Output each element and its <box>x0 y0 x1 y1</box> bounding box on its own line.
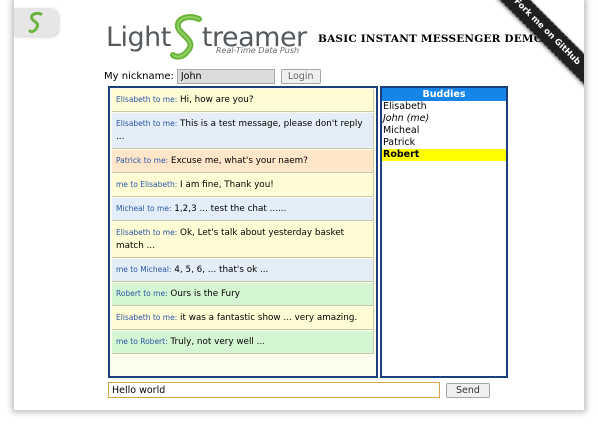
message-sender: Patrick to me: <box>116 156 169 165</box>
chat-message: me to Robert: Truly, not very well ... <box>112 331 374 354</box>
logo-tagline: Real-Time Data Push <box>216 46 300 55</box>
buddy-list: Elisabeth John (me) Micheal Patrick Robert <box>382 101 506 161</box>
chat-message: me to Elisabeth: I am fine, Thank you! <box>112 174 374 197</box>
message-text: Ours is the Fury <box>170 289 240 299</box>
buddy-item[interactable]: Patrick <box>382 137 506 149</box>
lightstreamer-s-icon <box>28 12 43 33</box>
message-sender: Elisabeth to me: <box>116 228 178 237</box>
message-text: Hi, how are you? <box>180 95 254 105</box>
message-sender: Elisabeth to me: <box>116 119 178 128</box>
message-sender: me to Micheal: <box>116 265 172 274</box>
buddy-item[interactable]: John (me) <box>382 113 506 125</box>
message-text: 1,2,3 ... test the chat ...... <box>174 204 287 214</box>
buddy-item[interactable]: Elisabeth <box>382 101 506 113</box>
chat-message: Elisabeth to me: Hi, how are you? <box>112 89 374 112</box>
logo-s-icon <box>169 14 202 60</box>
buddies-header: Buddies <box>382 88 506 101</box>
message-sender: Elisabeth to me: <box>116 95 178 104</box>
buddy-item[interactable]: Micheal <box>382 125 506 137</box>
buddy-item[interactable]: Robert <box>382 149 506 161</box>
compose-row: Send <box>108 382 490 398</box>
message-text: I am fine, Thank you! <box>180 180 274 190</box>
chat-message: Elisabeth to me: it was a fantastic show… <box>112 307 374 330</box>
send-button[interactable]: Send <box>446 382 490 398</box>
chat-message: Micheal to me: 1,2,3 ... test the chat .… <box>112 198 374 221</box>
chat-messages-panel[interactable]: Elisabeth to me: Hi, how are you? Elisabe… <box>108 86 378 378</box>
sidebar-toggle-tab[interactable] <box>14 8 58 36</box>
message-sender: me to Elisabeth: <box>116 180 178 189</box>
message-sender: Elisabeth to me: <box>116 313 178 322</box>
app-window: Light treamer Real-Time Data Push BASIC … <box>14 0 584 410</box>
message-input[interactable] <box>108 382 440 398</box>
message-sender: Micheal to me: <box>116 204 172 213</box>
nickname-label: My nickname: <box>104 71 174 82</box>
nickname-input[interactable] <box>176 69 275 84</box>
nickname-row: My nickname: Login <box>104 69 321 84</box>
message-text: Excuse me, what's your naem? <box>170 156 308 166</box>
chat-message: Elisabeth to me: Ok, Let's talk about ye… <box>112 222 374 258</box>
message-text: 4, 5, 6, ... that's ok ... <box>174 265 269 275</box>
message-text: it was a fantastic show ... very amazing… <box>180 313 358 323</box>
login-button[interactable]: Login <box>280 69 321 84</box>
message-text: Truly, not very well ... <box>170 337 266 347</box>
page-title: BASIC INSTANT MESSENGER DEMO <box>318 33 544 45</box>
chat-message: Elisabeth to me: This is a test message,… <box>112 113 374 149</box>
message-sender: me to Robert: <box>116 337 168 346</box>
chat-message: me to Micheal: 4, 5, 6, ... that's ok ..… <box>112 259 374 282</box>
chat-message: Patrick to me: Excuse me, what's your na… <box>112 150 374 173</box>
message-sender: Robert to me: <box>116 289 168 298</box>
chat-message: Robert to me: Ours is the Fury <box>112 283 374 306</box>
buddies-panel: Buddies Elisabeth John (me) Micheal Patrick… <box>380 86 508 378</box>
logo-text-left: Light <box>106 22 171 53</box>
